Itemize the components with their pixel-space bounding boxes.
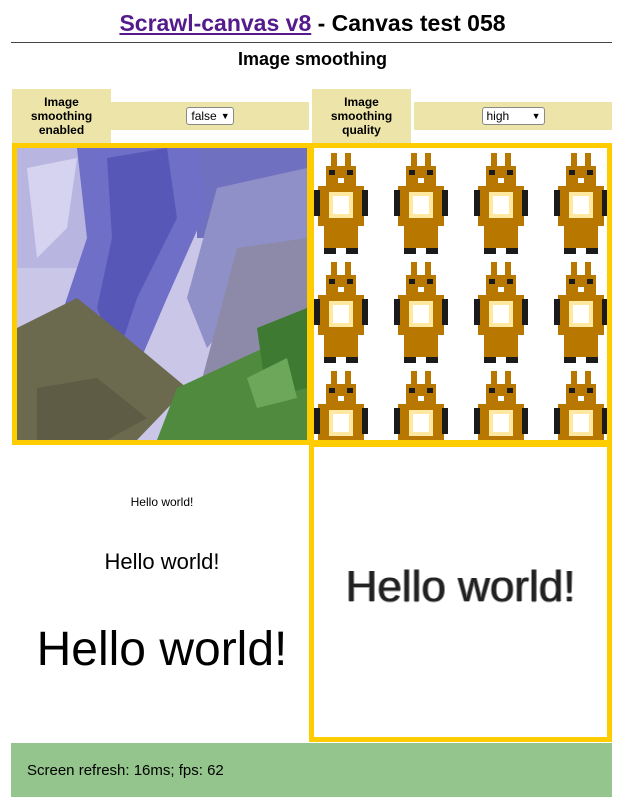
status-text: Screen refresh: 16ms; fps: 62: [27, 761, 224, 779]
page-title-text: - Canvas test 058: [311, 10, 506, 36]
hello-text-pixelated: Hello world!: [345, 562, 576, 611]
hello-text-small: Hello world!: [130, 495, 194, 509]
pixelated-iris-image: [17, 148, 307, 440]
smoothing-enabled-cell: false ▼: [111, 102, 309, 130]
smoothing-enabled-label: Image smoothing enabled: [12, 89, 111, 143]
hello-text-medium: Hello world!: [104, 549, 220, 574]
page-subtitle: Image smoothing: [237, 49, 387, 69]
smoothing-enabled-value: false: [191, 109, 217, 123]
chevron-down-icon: ▼: [531, 111, 541, 121]
chevron-down-icon: ▼: [220, 111, 230, 121]
pixelated-text-canvas: Hello world!: [309, 442, 612, 742]
page-title: Scrawl-canvas v8 - Canvas test 058: [0, 8, 625, 38]
bunny-pattern-canvas: [309, 143, 612, 445]
smoothing-quality-label: Image smoothing quality: [312, 89, 411, 143]
smoothing-enabled-label-text: Image smoothing enabled: [30, 95, 93, 137]
status-bar: Screen refresh: 16ms; fps: 62: [11, 743, 612, 797]
pixelated-bunny-pattern: [314, 148, 607, 440]
iris-photo-canvas: [12, 143, 312, 445]
smoothing-quality-select[interactable]: high ▼: [481, 107, 545, 125]
smoothing-quality-value: high: [486, 109, 510, 123]
smoothing-quality-label-text: Image smoothing quality: [330, 95, 393, 137]
smoothing-enabled-select[interactable]: false ▼: [186, 107, 234, 125]
title-divider: [11, 42, 612, 43]
hello-text-large: Hello world!: [36, 623, 288, 676]
smoothing-quality-cell: high ▼: [414, 102, 612, 130]
scrawl-canvas-link[interactable]: Scrawl-canvas v8: [119, 10, 311, 36]
